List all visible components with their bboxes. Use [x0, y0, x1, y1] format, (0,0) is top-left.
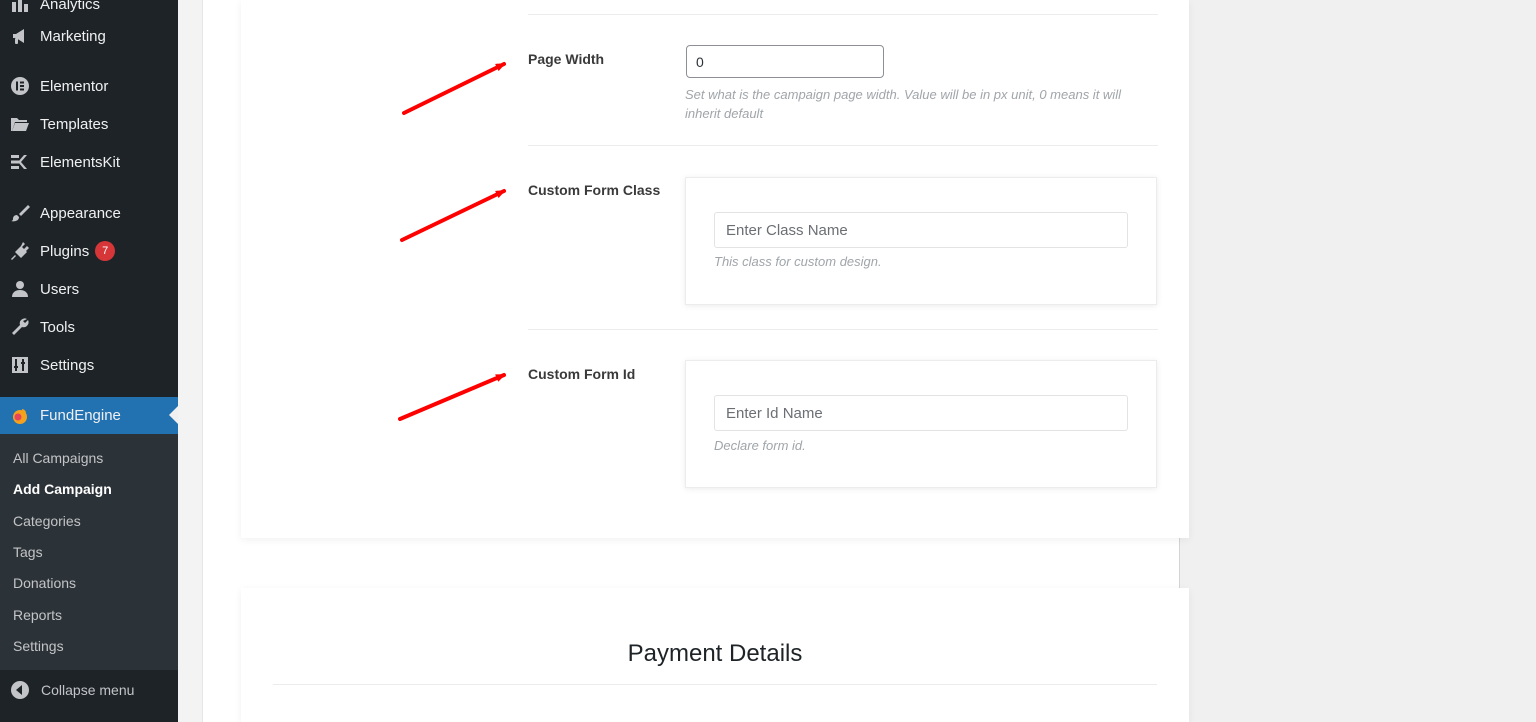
sidebar-item-elementskit[interactable]: ElementsKit: [0, 144, 178, 180]
payment-details-heading: Payment Details: [627, 639, 803, 667]
sidebar-item-elementor[interactable]: Elementor: [0, 68, 178, 104]
custom-form-id-input[interactable]: [714, 395, 1128, 431]
divider: [273, 684, 1157, 685]
collapse-menu-label: Collapse menu: [41, 682, 135, 698]
megaphone-icon: [9, 25, 31, 47]
collapse-menu-button[interactable]: Collapse menu: [0, 672, 178, 708]
sidebar-item-label: Appearance: [40, 204, 121, 222]
submenu-tags[interactable]: Tags: [13, 544, 43, 560]
submenu-reports[interactable]: Reports: [13, 607, 62, 623]
submenu-donations[interactable]: Donations: [13, 575, 76, 591]
sidebar-item-settings[interactable]: Settings: [0, 347, 178, 383]
sidebar-item-label: FundEngine: [40, 407, 121, 424]
submenu-all-campaigns[interactable]: All Campaigns: [13, 450, 103, 466]
sidebar-item-plugins[interactable]: Plugins 7: [0, 233, 178, 269]
sidebar-item-label: Analytics: [40, 0, 101, 13]
settings-icon: [9, 354, 31, 376]
submenu-settings[interactable]: Settings: [13, 638, 64, 654]
sidebar-item-label: ElementsKit: [40, 153, 121, 171]
current-menu-pointer: [169, 406, 178, 424]
sidebar-item-fundengine[interactable]: FundEngine: [0, 397, 178, 434]
sidebar-item-label: Templates: [40, 115, 109, 133]
sidebar-item-templates[interactable]: Templates: [0, 106, 178, 142]
custom-form-class-label: Custom Form Class: [528, 182, 661, 198]
plugins-update-count-badge: 7: [95, 241, 116, 261]
page-width-input[interactable]: [686, 45, 884, 78]
sidebar-item-marketing[interactable]: Marketing: [0, 18, 178, 54]
sidebar-item-appearance[interactable]: Appearance: [0, 195, 178, 231]
elementskit-icon: [9, 151, 31, 173]
sidebar-item-label: Marketing: [40, 27, 106, 45]
divider: [528, 329, 1158, 330]
folder-icon: [9, 113, 31, 135]
admin-sidebar: Analytics Marketing Elementor Templates …: [0, 0, 178, 722]
page-width-label: Page Width: [528, 51, 605, 67]
custom-form-class-box: This class for custom design.: [685, 177, 1157, 305]
sidebar-item-label: Elementor: [40, 77, 109, 95]
sidebar-item-tools[interactable]: Tools: [0, 309, 178, 345]
collapse-arrow-icon: [10, 680, 30, 700]
right-gutter: [1179, 0, 1536, 722]
wrench-icon: [9, 316, 31, 338]
submenu-add-campaign[interactable]: Add Campaign: [13, 481, 112, 497]
sidebar-item-users[interactable]: Users: [0, 271, 178, 307]
sidebar-item-label: Tools: [40, 318, 76, 336]
page-width-description: Set what is the campaign page width. Val…: [685, 87, 1121, 121]
custom-form-class-input[interactable]: [714, 212, 1128, 248]
fundengine-logo-icon: [9, 405, 31, 427]
custom-form-id-label: Custom Form Id: [528, 366, 636, 382]
fundengine-submenu: All Campaigns Add Campaign Categories Ta…: [0, 434, 178, 670]
custom-form-id-description: Declare form id.: [714, 438, 806, 453]
editor-panel: Page Width Set what is the campaign page…: [202, 0, 1189, 722]
divider: [528, 14, 1158, 15]
paintbrush-icon: [9, 202, 31, 224]
sidebar-item-label: Users: [40, 280, 80, 298]
sidebar-item-label: Settings: [40, 356, 95, 374]
campaign-settings-card: Page Width Set what is the campaign page…: [241, 0, 1189, 538]
submenu-categories[interactable]: Categories: [13, 513, 81, 529]
user-icon: [9, 278, 31, 300]
main-content-area: Page Width Set what is the campaign page…: [178, 0, 1536, 722]
plug-icon: [9, 240, 31, 262]
payment-details-card: Payment Details: [241, 588, 1189, 722]
custom-form-class-description: This class for custom design.: [714, 254, 882, 269]
sidebar-item-label: Plugins: [40, 242, 90, 260]
divider: [528, 145, 1158, 146]
custom-form-id-box: Declare form id.: [685, 360, 1157, 488]
bar-chart-icon: [9, 0, 31, 15]
elementor-icon: [9, 75, 31, 97]
